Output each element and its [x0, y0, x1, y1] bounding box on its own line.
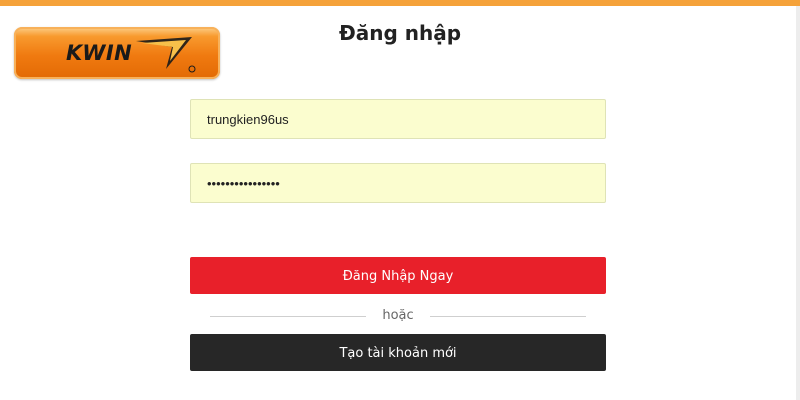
create-account-button[interactable]: Tạo tài khoản mới	[190, 334, 606, 371]
page-title: Đăng nhập	[338, 21, 462, 45]
username-field[interactable]	[190, 99, 606, 139]
username-input[interactable]	[191, 100, 605, 138]
login-button[interactable]: Đăng Nhập Ngay	[190, 257, 606, 294]
password-input[interactable]	[191, 164, 605, 202]
or-divider: hoặc	[210, 307, 586, 325]
divider-line-right	[430, 316, 586, 317]
password-field[interactable]	[190, 163, 606, 203]
scrollbar[interactable]	[796, 6, 800, 400]
top-accent-border	[0, 0, 800, 6]
